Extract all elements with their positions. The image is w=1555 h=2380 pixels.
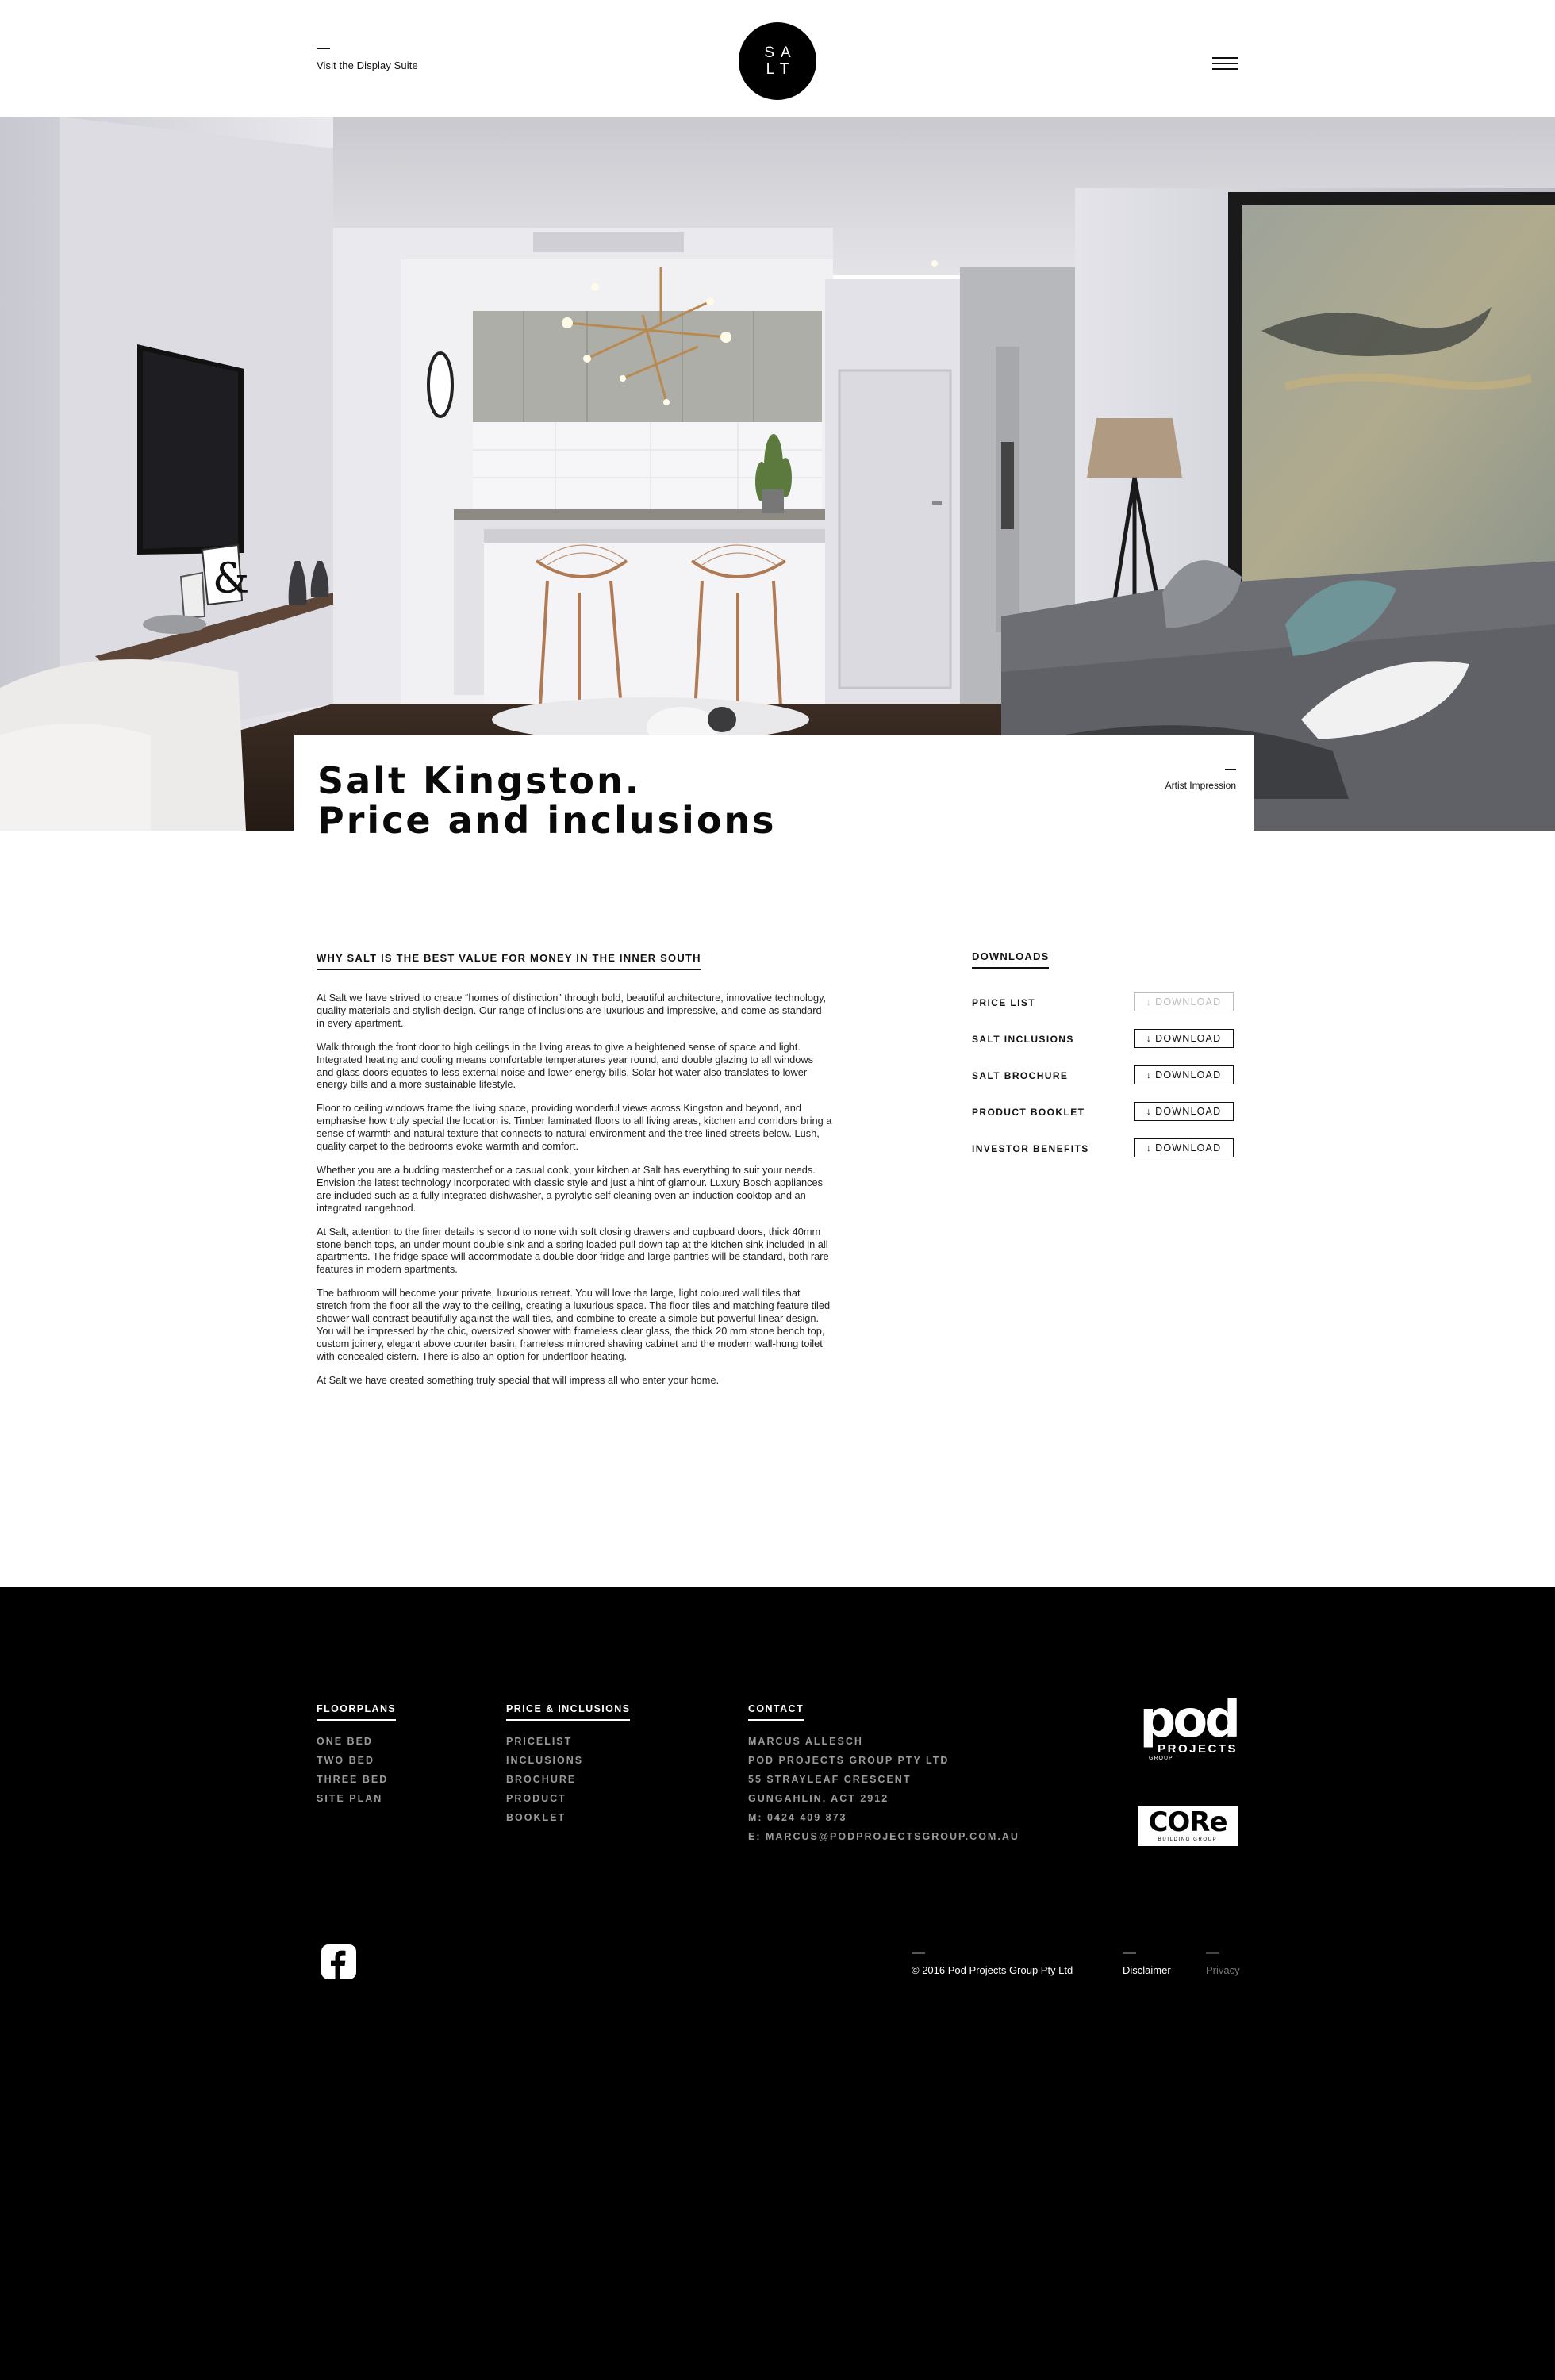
- visit-display-suite-link[interactable]: Visit the Display Suite: [317, 60, 418, 71]
- footer-price-inclusions: PRICE & INCLUSIONS PRICELIST INCLUSIONS …: [506, 1702, 631, 1827]
- download-row-product-booklet: PRODUCT BOOKLET ↓ DOWNLOAD: [972, 1102, 1234, 1123]
- salt-logo[interactable]: SA LT: [739, 22, 816, 100]
- footer-contact: CONTACT MARCUS ALLESCH POD PROJECTS GROU…: [748, 1702, 1019, 1846]
- download-row-salt-brochure: SALT BROCHURE ↓ DOWNLOAD: [972, 1065, 1234, 1086]
- footer-link-inclusions[interactable]: INCLUSIONS: [506, 1755, 583, 1766]
- site-footer: FLOORPLANS ONE BED TWO BED THREE BED SIT…: [0, 1587, 1555, 2380]
- download-product-booklet-button[interactable]: ↓ DOWNLOAD: [1134, 1102, 1234, 1121]
- paragraph: At Salt we have created something truly …: [317, 1373, 720, 1386]
- apartment-render: &: [0, 117, 1555, 831]
- download-arrow-icon: ↓: [1146, 1069, 1153, 1081]
- visit-dash: [317, 48, 330, 49]
- download-label: PRODUCT BOOKLET: [972, 1107, 1085, 1118]
- visit-display-suite[interactable]: Visit the Display Suite: [317, 48, 418, 73]
- title-line-2: Price and inclusions: [317, 799, 777, 842]
- why-salt-heading: WHY SALT IS THE BEST VALUE FOR MONEY IN …: [317, 951, 701, 970]
- downloads-heading: DOWNLOADS: [972, 950, 1050, 969]
- inclusions-text: At Salt we have strived to create “homes…: [317, 992, 832, 1398]
- paragraph: Walk through the front door to high ceil…: [317, 1040, 814, 1091]
- download-row-investor-benefits: INVESTOR BENEFITS ↓ DOWNLOAD: [972, 1138, 1234, 1159]
- paragraph: Whether you are a budding masterchef or …: [317, 1163, 824, 1214]
- contact-email[interactable]: E: MARCUS@PODPROJECTSGROUP.COM.AU: [748, 1831, 1019, 1842]
- privacy-link[interactable]: Privacy: [1206, 1964, 1240, 1976]
- download-row-price-list: PRICE LIST ↓ DOWNLOAD: [972, 992, 1234, 1013]
- download-arrow-icon: ↓: [1146, 1142, 1153, 1154]
- footer-price-heading: PRICE & INCLUSIONS: [506, 1703, 631, 1721]
- footer-floorplans: FLOORPLANS ONE BED TWO BED THREE BED SIT…: [317, 1702, 397, 1808]
- footer-link-one-bed[interactable]: ONE BED: [317, 1736, 373, 1747]
- download-label: SALT BROCHURE: [972, 1070, 1069, 1081]
- disclaimer-link[interactable]: Disclaimer: [1123, 1964, 1171, 1976]
- download-arrow-icon: ↓: [1146, 996, 1153, 1008]
- page-title: Salt Kingston. Price and inclusions: [317, 761, 777, 840]
- contact-company: POD PROJECTS GROUP PTY LTD: [748, 1755, 950, 1766]
- site-header: Visit the Display Suite SA LT: [0, 0, 1555, 117]
- title-line-1: Salt Kingston.: [317, 759, 642, 802]
- disclaimer[interactable]: Disclaimer: [1123, 1952, 1171, 1978]
- paragraph: Floor to ceiling windows frame the livin…: [317, 1102, 832, 1153]
- download-salt-inclusions-button[interactable]: ↓ DOWNLOAD: [1134, 1029, 1234, 1048]
- download-salt-brochure-button[interactable]: ↓ DOWNLOAD: [1134, 1065, 1234, 1084]
- core-building-logo[interactable]: CORe BUILDING GROUP: [1138, 1806, 1238, 1846]
- logo-line-1: SA: [764, 44, 797, 61]
- facebook-icon[interactable]: [321, 1944, 356, 1979]
- footer-link-site-plan[interactable]: SITE PLAN: [317, 1793, 382, 1804]
- svg-text:&: &: [213, 555, 249, 603]
- download-label: SALT INCLUSIONS: [972, 1034, 1074, 1045]
- artist-impression-text: Artist Impression: [1165, 780, 1236, 791]
- pod-logo-sub2: GROUP: [1149, 1756, 1173, 1761]
- download-price-list-button[interactable]: ↓ DOWNLOAD: [1134, 992, 1234, 1012]
- hero-image: &: [0, 117, 1555, 831]
- logo-line-2: LT: [766, 61, 796, 78]
- why-salt-heading-text: WHY SALT IS THE BEST VALUE FOR MONEY IN …: [317, 952, 701, 970]
- contact-name: MARCUS ALLESCH: [748, 1736, 863, 1747]
- footer-link-product[interactable]: PRODUCT: [506, 1793, 566, 1804]
- footer-link-brochure[interactable]: BROCHURE: [506, 1774, 576, 1785]
- copyright-text: © 2016 Pod Projects Group Pty Ltd: [912, 1964, 1073, 1976]
- copyright: © 2016 Pod Projects Group Pty Ltd: [912, 1952, 1073, 1978]
- footer-contact-heading: CONTACT: [748, 1703, 804, 1721]
- paragraph: The bathroom will become your private, l…: [317, 1287, 831, 1362]
- footer-link-two-bed[interactable]: TWO BED: [317, 1755, 374, 1766]
- pod-projects-logo[interactable]: pod PROJECTS GROUP: [1138, 1691, 1241, 1762]
- download-label: INVESTOR BENEFITS: [972, 1143, 1089, 1154]
- footer-link-booklet[interactable]: BOOKLET: [506, 1812, 566, 1823]
- footer-floorplans-heading: FLOORPLANS: [317, 1703, 397, 1721]
- download-label: PRICE LIST: [972, 997, 1036, 1008]
- contact-phone[interactable]: M: 0424 409 873: [748, 1812, 847, 1823]
- core-logo-word: CORe: [1148, 1806, 1227, 1838]
- pod-logo-word: pod: [1139, 1691, 1241, 1749]
- footer-link-pricelist[interactable]: PRICELIST: [506, 1736, 572, 1747]
- artist-impression-caption: Artist Impression: [1165, 769, 1236, 793]
- download-arrow-icon: ↓: [1146, 1033, 1153, 1044]
- download-row-salt-inclusions: SALT INCLUSIONS ↓ DOWNLOAD: [972, 1029, 1234, 1050]
- page-title-card: Salt Kingston. Price and inclusions Arti…: [294, 735, 1254, 840]
- download-arrow-icon: ↓: [1146, 1106, 1153, 1117]
- privacy[interactable]: Privacy: [1206, 1952, 1240, 1978]
- downloads-panel: DOWNLOADS PRICE LIST ↓ DOWNLOAD SALT INC…: [972, 950, 1234, 1157]
- paragraph: At Salt we have strived to create “homes…: [317, 992, 827, 1029]
- paragraph: At Salt, attention to the finer details …: [317, 1225, 829, 1276]
- footer-link-three-bed[interactable]: THREE BED: [317, 1774, 388, 1785]
- hamburger-menu-icon[interactable]: [1212, 57, 1238, 73]
- contact-suburb: GUNGAHLIN, ACT 2912: [748, 1793, 889, 1804]
- contact-street: 55 STRAYLEAF CRESCENT: [748, 1774, 912, 1785]
- download-investor-benefits-button[interactable]: ↓ DOWNLOAD: [1134, 1138, 1234, 1157]
